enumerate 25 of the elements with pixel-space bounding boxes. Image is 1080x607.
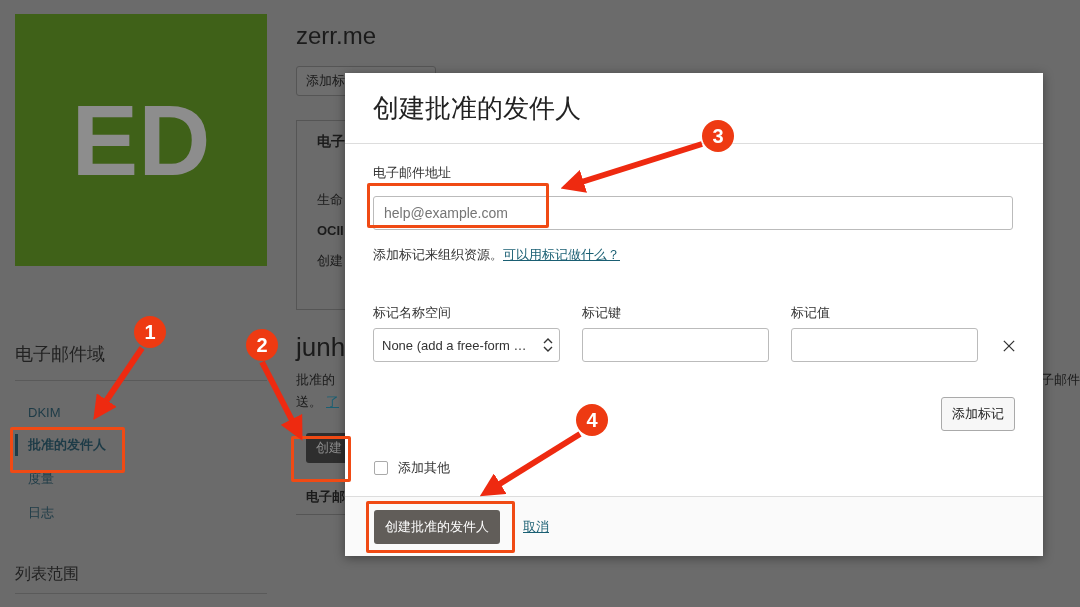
tags-help-link[interactable]: 可以用标记做什么？ <box>503 246 620 264</box>
detail-label: OCII <box>317 223 344 238</box>
card-title: 电子 <box>317 133 345 151</box>
description-text: 批准的 <box>296 371 335 389</box>
namespace-select[interactable]: None (add a free-form … <box>373 328 560 362</box>
page-title: zerr.me <box>296 22 376 50</box>
domain-logo: ED <box>15 14 267 266</box>
checkbox-label: 添加其他 <box>398 459 450 477</box>
section-title: junh <box>296 332 346 363</box>
submit-button[interactable]: 创建批准的发件人 <box>374 509 500 544</box>
step-number: 1 <box>134 316 166 348</box>
email-field[interactable]: help@example.com <box>373 196 1013 230</box>
add-tag-button[interactable]: 添加标记 <box>941 397 1015 431</box>
description-text: 送。 <box>296 393 322 411</box>
detail-label: 创建 <box>317 252 343 270</box>
field-label: 标记键 <box>582 304 621 322</box>
cancel-link[interactable]: 取消 <box>523 517 549 536</box>
step-number: 2 <box>246 329 278 361</box>
field-label: 电子邮件地址 <box>373 164 451 182</box>
detail-label: 生命 <box>317 191 343 209</box>
hint-text: 添加标记来组织资源。 <box>373 246 503 264</box>
field-label: 标记名称空间 <box>373 304 451 322</box>
field-label: 标记值 <box>791 304 830 322</box>
dialog-title: 创建批准的发件人 <box>373 91 581 125</box>
section-title: 列表范围 <box>15 564 267 594</box>
